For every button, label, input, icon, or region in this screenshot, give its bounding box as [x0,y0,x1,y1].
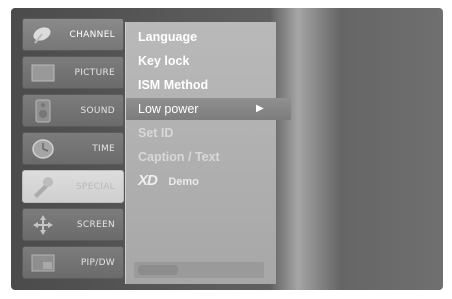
chevron-right-icon: ▶ [256,103,264,114]
menu-item-caption-text[interactable]: Caption / Text [126,146,274,168]
speaker-icon [29,99,57,123]
satellite-dish-icon [29,23,57,47]
sidebar-item-label: TIME [92,143,115,154]
xd-logo: XD [138,172,158,189]
menu-item-label: Key lock [138,54,190,68]
sidebar-item-screen[interactable]: SCREEN [22,208,124,241]
sidebar-item-label: PIP/DW [80,257,115,268]
tool-icon [29,175,57,199]
menu-item-label: Demo [168,176,199,188]
sidebar-item-label: SCREEN [76,219,115,230]
status-bar [134,262,264,278]
menu-item-label: ISM Method [138,78,209,92]
sidebar-item-picture[interactable]: PICTURE [22,56,124,89]
sidebar-item-label: SOUND [80,105,115,116]
menu-item-language[interactable]: Language [126,26,274,48]
sidebar-item-label: CHANNEL [69,29,115,40]
special-submenu: Language Key lock ISM Method Low power ▶… [125,22,291,284]
menu-item-label: Low power [138,102,199,116]
menu-item-ism-method[interactable]: ISM Method [126,74,274,96]
sidebar-item-special[interactable]: SPECIAL [22,170,124,203]
menu-item-xd-demo[interactable]: XD Demo [126,170,274,192]
menu-item-label: Caption / Text [138,150,220,164]
picture-icon [29,61,57,85]
menu-item-low-power[interactable]: Low power ▶ [126,98,291,120]
sidebar-item-label: SPECIAL [75,181,115,192]
screen-arrows-icon [29,213,57,237]
status-pill [138,265,178,275]
menu-item-key-lock[interactable]: Key lock [126,50,274,72]
sidebar-item-pip-dw[interactable]: PIP/DW [22,246,124,279]
menu-item-set-id[interactable]: Set ID [126,122,274,144]
sidebar-item-sound[interactable]: SOUND [22,94,124,127]
menu-item-label: Language [138,30,198,44]
menu-item-label: Set ID [138,126,174,140]
sidebar-item-label: PICTURE [74,67,115,78]
main-menu-sidebar: CHANNEL PICTURE SOUND TIME SPECIAL SCREE… [22,18,126,284]
pip-icon [29,251,57,275]
sidebar-item-time[interactable]: TIME [22,132,124,165]
screen-glow [270,8,340,290]
clock-icon [29,137,57,161]
sidebar-item-channel[interactable]: CHANNEL [22,18,124,51]
